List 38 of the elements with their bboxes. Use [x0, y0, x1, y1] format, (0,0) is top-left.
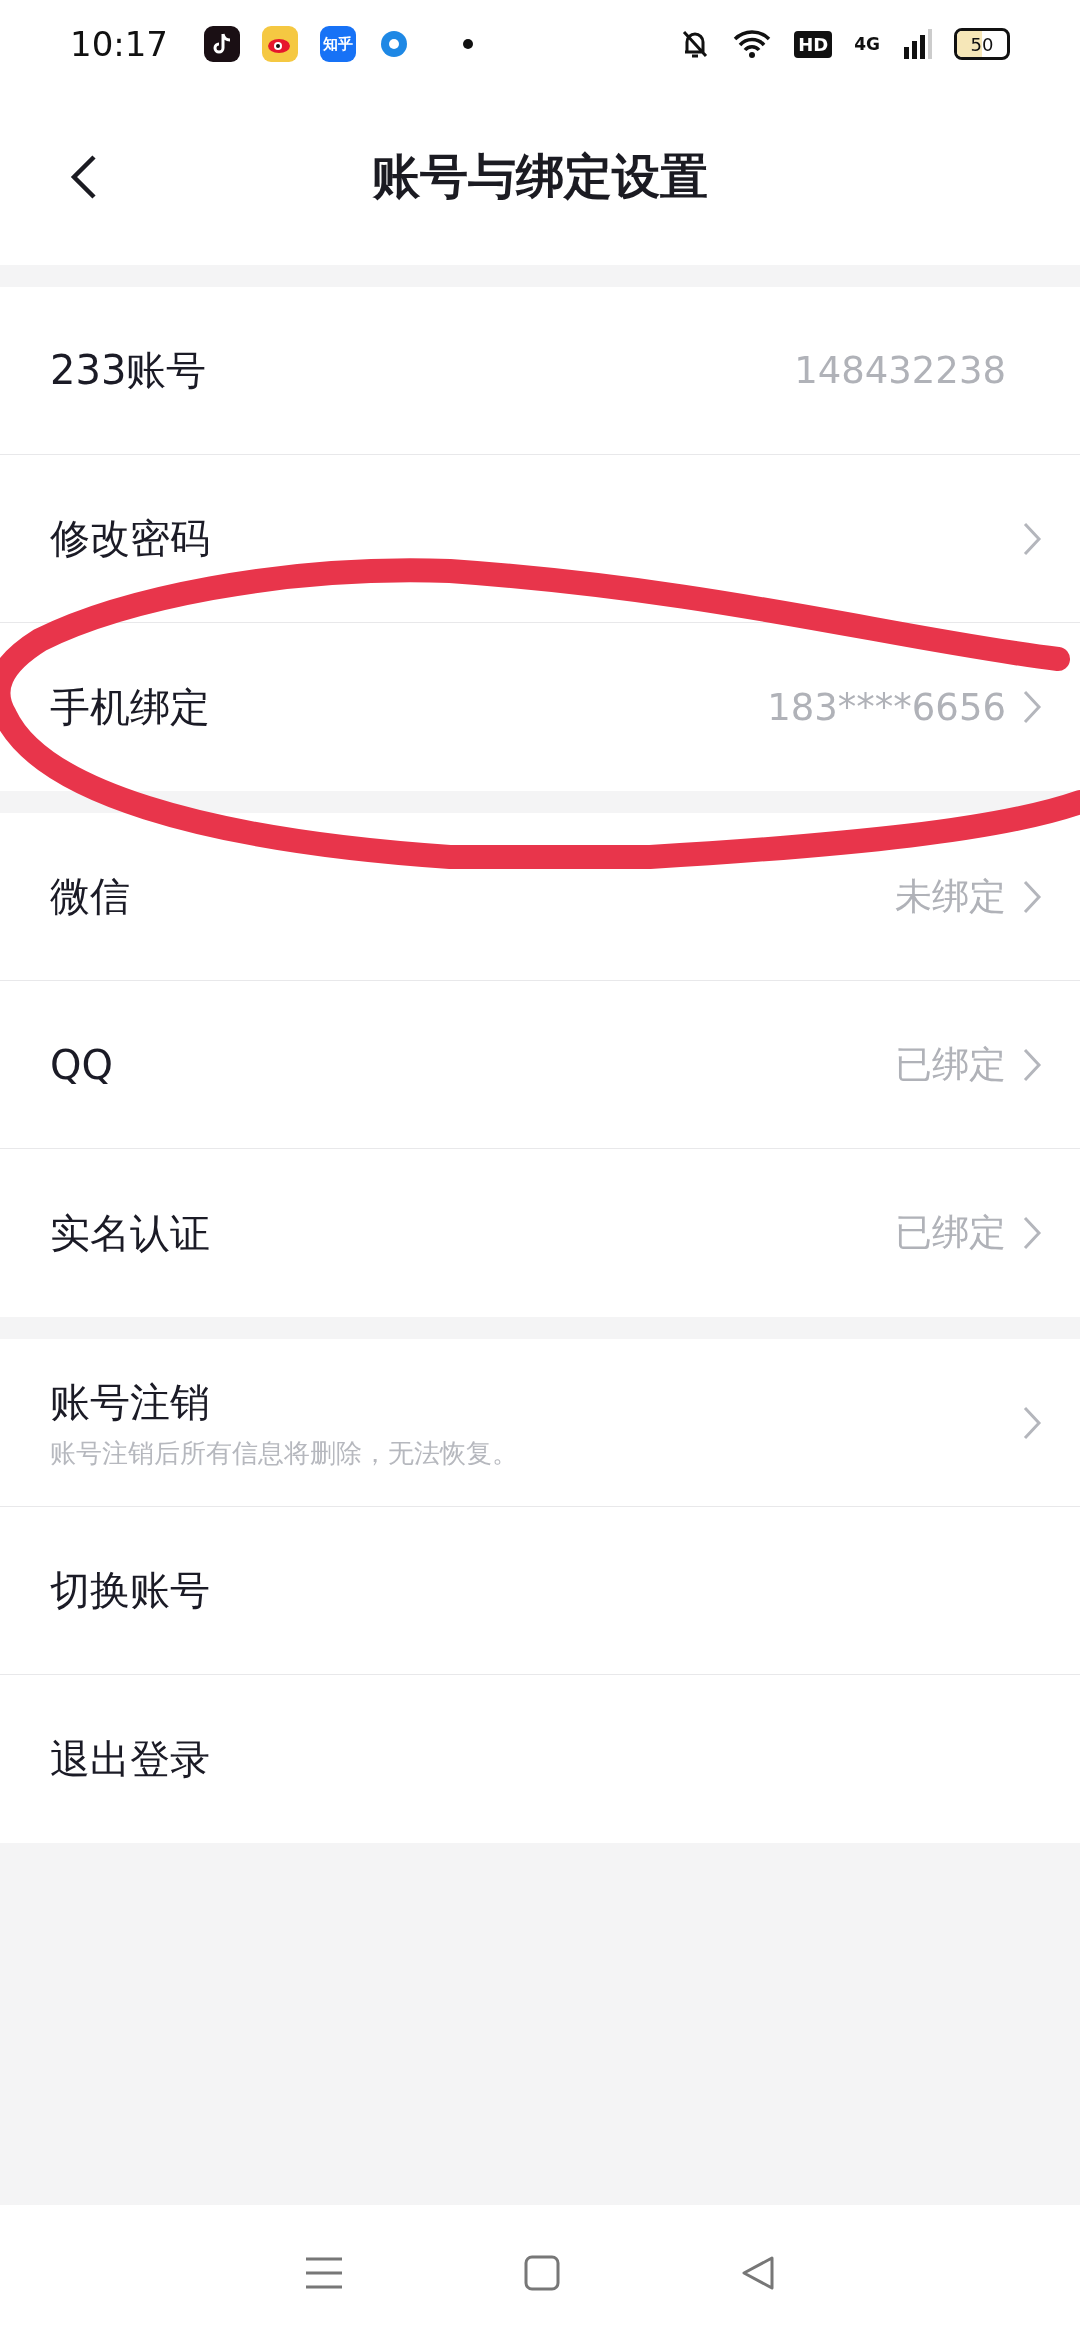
- settings-row[interactable]: 233账号 148432238: [0, 287, 1080, 455]
- row-value: 已绑定: [895, 1210, 1006, 1256]
- eye-app-icon: [262, 26, 298, 62]
- row-value: 183****6656: [767, 685, 1006, 729]
- row-value: 148432238: [794, 349, 1006, 392]
- row-value: 已绑定: [895, 1041, 1006, 1088]
- row-label: 切换账号: [50, 1566, 211, 1615]
- signal-icon: [902, 29, 932, 59]
- back-icon[interactable]: [740, 2254, 776, 2291]
- settings-row[interactable]: 切换账号: [0, 1507, 1080, 1675]
- app-icon: 知乎: [320, 26, 356, 62]
- settings-row[interactable]: QQ 已绑定: [0, 981, 1080, 1149]
- dot-icon: [462, 38, 474, 50]
- row-value: 未绑定: [895, 873, 1006, 920]
- settings-row[interactable]: 手机绑定 183****6656: [0, 623, 1080, 791]
- row-label: 实名认证: [50, 1208, 211, 1258]
- settings-row[interactable]: 实名认证 已绑定: [0, 1149, 1080, 1317]
- row-label: 退出登录: [50, 1734, 211, 1784]
- row-label: QQ: [50, 1041, 114, 1088]
- ring-app-icon: [378, 28, 410, 60]
- battery-icon: 50: [954, 28, 1010, 60]
- settings-row[interactable]: 账号注销 账号注销后所有信息将删除，无法恢复。: [0, 1339, 1080, 1507]
- settings-row[interactable]: 修改密码: [0, 455, 1080, 623]
- row-label: 微信: [50, 872, 131, 921]
- row-label: 账号注销: [50, 1377, 211, 1427]
- wifi-icon: [732, 28, 773, 60]
- row-subtitle: 账号注销后所有信息将删除，无法恢复。: [50, 1436, 519, 1470]
- row-label: 233账号: [50, 346, 208, 395]
- settings-row[interactable]: 退出登录: [0, 1675, 1080, 1843]
- home-icon[interactable]: [524, 2254, 560, 2291]
- hd-badge: HD: [794, 30, 833, 58]
- network-type: 4G: [854, 34, 880, 54]
- status-time: 10:17: [70, 24, 168, 64]
- settings-row[interactable]: 微信 未绑定: [0, 813, 1080, 981]
- row-label: 手机绑定: [50, 682, 211, 732]
- page-title: 账号与绑定设置: [372, 146, 708, 206]
- row-label: 修改密码: [50, 514, 211, 563]
- music-note-app-icon: [204, 26, 240, 62]
